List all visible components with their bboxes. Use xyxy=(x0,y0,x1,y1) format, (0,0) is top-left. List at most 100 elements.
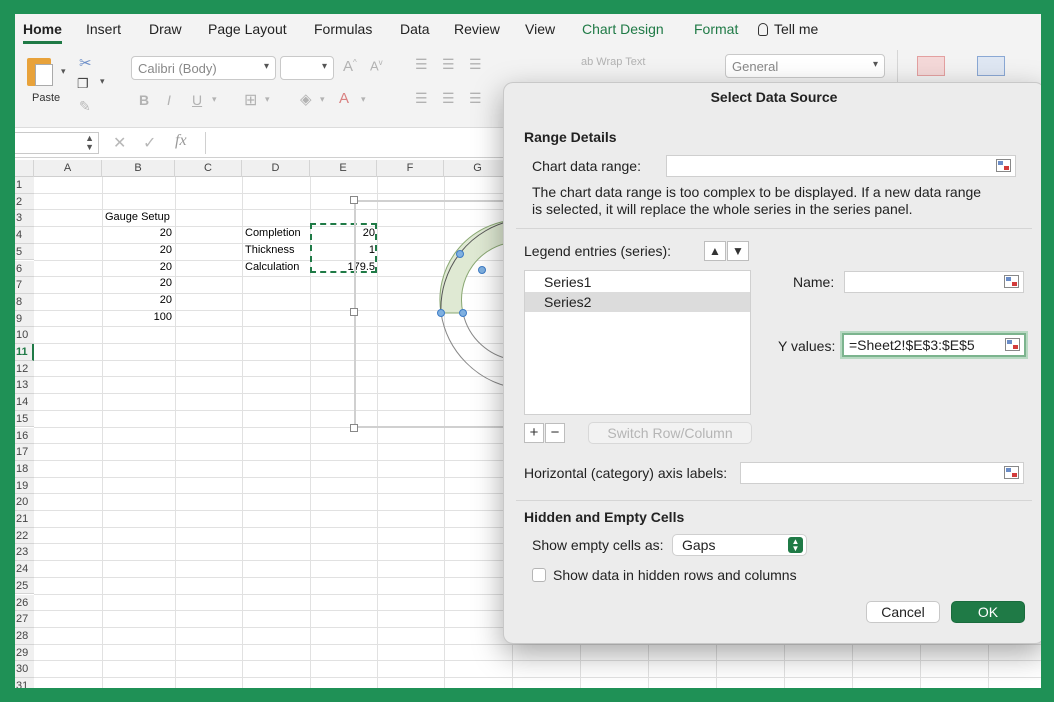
row-header[interactable]: 9 xyxy=(15,310,34,328)
row-header[interactable]: 25 xyxy=(15,577,34,595)
row-header[interactable]: 15 xyxy=(15,410,34,428)
row-header[interactable]: 11 xyxy=(15,344,34,361)
italic-icon[interactable]: I xyxy=(167,92,171,108)
data-point-handle[interactable] xyxy=(478,266,486,274)
resize-handle[interactable] xyxy=(350,308,358,316)
borders-dropdown-icon[interactable]: ▾ xyxy=(265,94,270,105)
cancel-button[interactable]: Cancel xyxy=(866,601,940,623)
align-left-icon[interactable]: ☰ xyxy=(415,90,428,107)
row-header[interactable]: 22 xyxy=(15,527,34,545)
font-size-combo[interactable]: ▾ xyxy=(280,56,334,80)
cell-b2[interactable]: Gauge Setup xyxy=(105,209,170,225)
range-picker-icon[interactable] xyxy=(1004,466,1019,479)
row-header[interactable]: 28 xyxy=(15,627,34,645)
column-header-f[interactable]: F xyxy=(377,160,444,177)
tab-formulas[interactable]: Formulas xyxy=(314,21,372,37)
cell-b4[interactable]: 20 xyxy=(105,242,172,258)
tab-insert[interactable]: Insert xyxy=(86,21,121,37)
tab-chart-design[interactable]: Chart Design xyxy=(582,21,664,37)
ok-button[interactable]: OK xyxy=(951,601,1025,623)
copy-icon[interactable]: ❐ xyxy=(77,76,89,92)
row-header[interactable]: 3 xyxy=(15,210,34,228)
column-header-b[interactable]: B xyxy=(102,160,175,177)
name-box-stepper-icon[interactable]: ▲ ▼ xyxy=(85,134,94,152)
wrap-text-button[interactable]: ab Wrap Text xyxy=(581,56,645,68)
column-header-a[interactable]: A xyxy=(34,160,102,177)
legend-series-list[interactable]: Series1 Series2 xyxy=(524,270,751,415)
decrease-font-icon[interactable]: Av xyxy=(370,58,383,73)
row-header[interactable]: 20 xyxy=(15,494,34,511)
tab-page-layout[interactable]: Page Layout xyxy=(208,21,287,37)
align-center-icon[interactable]: ☰ xyxy=(442,90,455,107)
cancel-formula-icon[interactable]: ✕ xyxy=(113,133,126,153)
data-point-handle[interactable] xyxy=(459,309,467,317)
row-header[interactable]: 29 xyxy=(15,644,34,662)
row-header[interactable]: 10 xyxy=(15,327,34,344)
align-bottom-icon[interactable]: ☰ xyxy=(469,56,482,73)
row-header[interactable]: 19 xyxy=(15,477,34,495)
underline-dropdown-icon[interactable]: ▾ xyxy=(212,94,217,105)
align-right-icon[interactable]: ☰ xyxy=(469,90,482,107)
range-picker-icon[interactable] xyxy=(1005,338,1020,351)
format-as-table-icon[interactable] xyxy=(977,56,1005,76)
series-item-2[interactable]: Series2 xyxy=(525,292,750,312)
axis-labels-field[interactable] xyxy=(740,462,1024,484)
name-box[interactable]: ▲ ▼ xyxy=(15,132,99,154)
row-header[interactable]: 14 xyxy=(15,394,34,411)
cell-b6[interactable]: 20 xyxy=(105,275,172,291)
paste-icon[interactable] xyxy=(27,56,57,88)
series-item-1[interactable]: Series1 xyxy=(525,272,750,292)
switch-row-column-button[interactable]: Switch Row/Column xyxy=(588,422,752,444)
cell-b3[interactable]: 20 xyxy=(105,225,172,241)
row-header[interactable]: 16 xyxy=(15,427,34,445)
column-header-g[interactable]: G xyxy=(444,160,512,177)
font-color-dropdown-icon[interactable]: ▾ xyxy=(361,94,366,105)
row-header[interactable]: 18 xyxy=(15,460,34,478)
tab-home[interactable]: Home xyxy=(23,21,62,44)
row-header[interactable]: 7 xyxy=(15,277,34,294)
insert-function-icon[interactable]: fx xyxy=(175,132,187,150)
series-name-field[interactable] xyxy=(844,271,1024,293)
cell-d3[interactable]: Completion xyxy=(245,225,301,241)
column-header-c[interactable]: C xyxy=(175,160,242,177)
row-header[interactable]: 6 xyxy=(15,260,34,278)
resize-handle[interactable] xyxy=(350,196,358,204)
conditional-format-icon[interactable] xyxy=(917,56,945,76)
row-header[interactable]: 26 xyxy=(15,594,34,612)
remove-series-button[interactable]: − xyxy=(545,423,565,443)
cell-b7[interactable]: 20 xyxy=(105,292,172,308)
fill-dropdown-icon[interactable]: ▾ xyxy=(320,94,325,105)
data-point-handle[interactable] xyxy=(456,250,464,258)
row-header[interactable]: 23 xyxy=(15,544,34,562)
tab-view[interactable]: View xyxy=(525,21,555,37)
confirm-formula-icon[interactable]: ✓ xyxy=(143,133,156,153)
move-series-down-button[interactable]: ▼ xyxy=(727,241,749,261)
copy-dropdown-icon[interactable]: ▾ xyxy=(100,76,105,87)
row-header[interactable]: 1 xyxy=(15,177,34,194)
show-hidden-checkbox[interactable] xyxy=(532,568,546,582)
underline-icon[interactable]: U xyxy=(192,92,202,108)
tell-me[interactable]: Tell me xyxy=(758,21,818,37)
column-header-e[interactable]: E xyxy=(310,160,377,177)
row-header[interactable]: 17 xyxy=(15,444,34,461)
tab-data[interactable]: Data xyxy=(400,21,430,37)
row-header[interactable]: 21 xyxy=(15,511,34,528)
chart-data-range-field[interactable] xyxy=(666,155,1016,177)
row-header[interactable]: 13 xyxy=(15,377,34,395)
tab-draw[interactable]: Draw xyxy=(149,21,182,37)
format-painter-icon[interactable]: ✎ xyxy=(79,98,91,115)
row-header[interactable]: 24 xyxy=(15,561,34,578)
y-values-field[interactable]: =Sheet2!$E$3:$E$5 xyxy=(842,333,1026,357)
move-series-up-button[interactable]: ▲ xyxy=(704,241,726,261)
borders-icon[interactable]: ⊞ xyxy=(244,90,257,110)
add-series-button[interactable]: + xyxy=(524,423,544,443)
column-header-d[interactable]: D xyxy=(242,160,310,177)
increase-font-icon[interactable]: A^ xyxy=(343,58,357,75)
number-format-combo[interactable]: General ▾ xyxy=(725,54,885,78)
row-header[interactable]: 5 xyxy=(15,243,34,261)
row-header[interactable]: 30 xyxy=(15,661,34,678)
paste-dropdown-icon[interactable]: ▾ xyxy=(61,66,66,77)
bold-icon[interactable]: B xyxy=(139,92,149,108)
select-all-corner[interactable] xyxy=(15,160,34,177)
tab-review[interactable]: Review xyxy=(454,21,500,37)
